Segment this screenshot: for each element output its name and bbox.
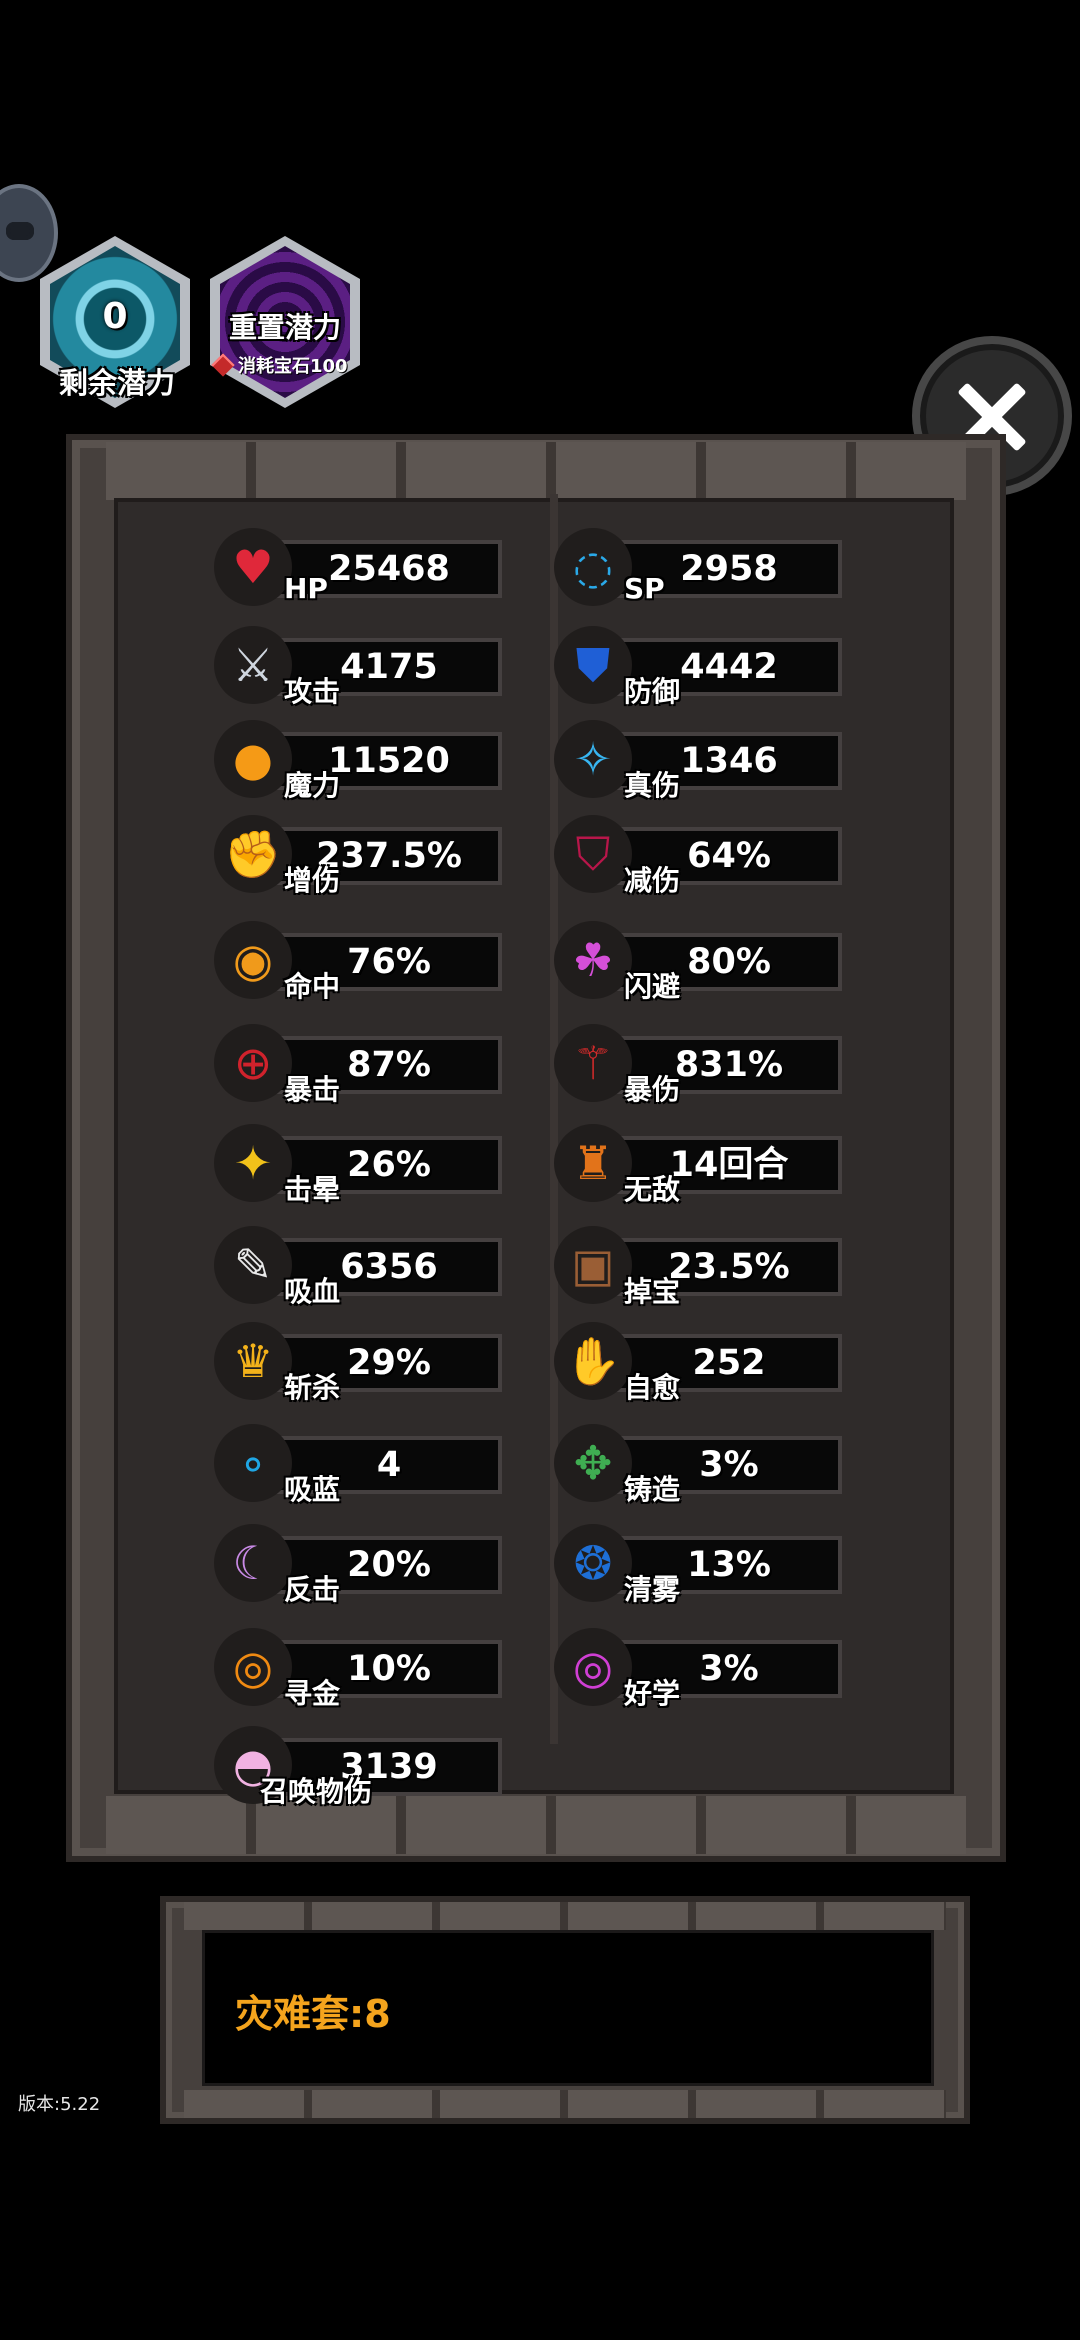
stat-studious-label: 好学 [624, 1677, 681, 1710]
stat-stun-label: 击晕 [284, 1173, 341, 1206]
stat-gold-find-label: 寻金 [284, 1677, 341, 1710]
stat-execute-label: 斩杀 [284, 1371, 341, 1404]
stat-damage-boost-label: 增伤 [284, 864, 341, 897]
stat-heal-label: 自愈 [624, 1371, 681, 1404]
stat-true-damage-label: 真伤 [624, 769, 681, 802]
stat-accuracy-label: 命中 [284, 970, 341, 1003]
reset-cost: 消耗宝石100 [211, 352, 348, 378]
avatar[interactable] [0, 184, 58, 282]
stat-hp-label: HP [284, 572, 328, 605]
stat-lifesteal-label: 吸血 [284, 1275, 341, 1308]
stars-icon: ✦ [214, 1124, 292, 1202]
pink-rune-icon: ◎ [554, 1628, 632, 1706]
reset-potential-title: 重置潜力 [228, 311, 341, 344]
remaining-potential-value: 0 [102, 296, 128, 337]
magic-orb-icon: ● [214, 720, 292, 798]
stat-defense-label: 防御 [624, 675, 681, 708]
stat-mana-drain-label: 吸蓝 [284, 1473, 341, 1506]
stat-summon-label: 召唤物伤 [260, 1775, 373, 1808]
red-sword-icon: ⚚ [554, 1024, 632, 1102]
stat-loot-label: 掉宝 [624, 1275, 681, 1308]
reset-cost-label: 消耗宝石100 [238, 356, 348, 377]
bubbles-icon: ∘ [214, 1424, 292, 1502]
stat-invincible-label: 无敌 [624, 1173, 681, 1206]
blue-flame-icon: ✧ [554, 720, 632, 798]
crown-icon: ♛ [214, 1322, 292, 1400]
stats-panel [66, 434, 1006, 1862]
stat-sp-label: SP [624, 572, 665, 605]
stat-crit-label: 暴击 [284, 1073, 341, 1106]
blue-rune-icon: ❂ [554, 1524, 632, 1602]
forge-gem-icon: ✥ [554, 1424, 632, 1502]
red-shield-icon: ⛉ [554, 815, 632, 893]
blue-shield-icon: ⛊ [554, 626, 632, 704]
vortex-icon: ◌ [554, 528, 632, 606]
heart-icon: ♥ [214, 528, 292, 606]
stat-crit-damage-label: 暴伤 [624, 1073, 681, 1106]
stat-forge-label: 铸造 [624, 1473, 681, 1506]
stat-damage-reduction-label: 减伤 [624, 864, 681, 897]
crosshair-icon: ⊕ [214, 1024, 292, 1102]
stat-fog-clear-label: 清雾 [624, 1573, 681, 1606]
crescent-icon: ☾ [214, 1524, 292, 1602]
gold-coin-icon: ◎ [214, 1628, 292, 1706]
stat-counter-label: 反击 [284, 1573, 341, 1606]
stat-attack-label: 攻击 [284, 675, 341, 708]
running-figure-icon: ☘ [554, 921, 632, 999]
eye-icon: ◉ [214, 921, 292, 999]
stat-magic-label: 魔力 [284, 769, 341, 802]
version-label: 版本:5.22 [18, 2094, 101, 2115]
set-bonus-text: 灾难套:8 [235, 1992, 391, 2036]
healing-hand-icon: ✋ [554, 1322, 632, 1400]
crossed-swords-icon: ⚔ [214, 626, 292, 704]
gem-icon [211, 353, 235, 377]
remaining-potential-label: 剩余潜力 [58, 366, 175, 400]
set-bonus-box: 灾难套:8 [160, 1896, 970, 2124]
totem-icon: ♜ [554, 1124, 632, 1202]
chest-icon: ▣ [554, 1226, 632, 1304]
fist-icon: ✊ [214, 815, 292, 893]
syringe-icon: ✎ [214, 1226, 292, 1304]
stat-dodge-label: 闪避 [624, 970, 681, 1003]
